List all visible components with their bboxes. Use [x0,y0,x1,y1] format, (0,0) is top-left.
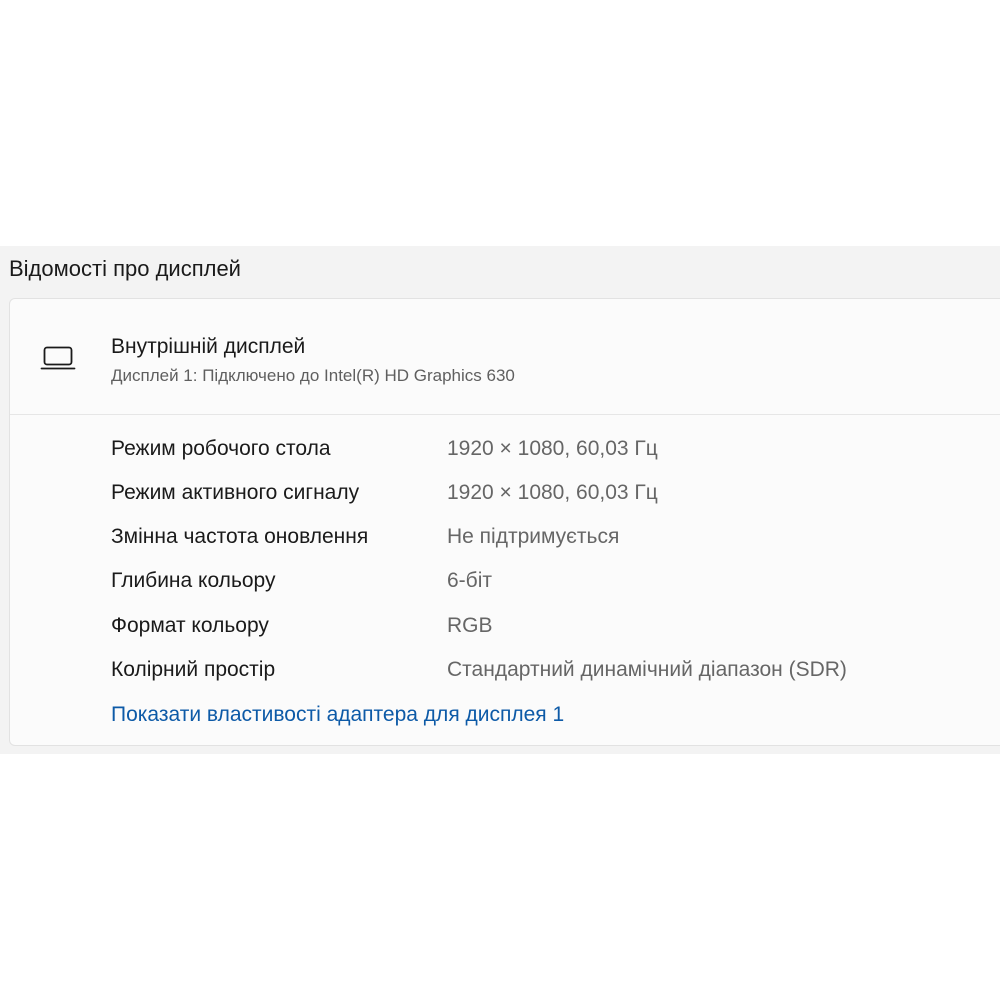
property-value: RGB [447,614,493,637]
section-title: Відомості про дисплей [9,256,241,281]
property-label: Режим активного сигналу [111,481,360,504]
property-value: 6-біт [447,569,492,592]
adapter-properties-link[interactable]: Показати властивості адаптера для диспле… [111,703,564,727]
property-label: Глибина кольору [111,569,276,592]
property-label: Формат кольору [111,614,269,637]
property-label: Колірний простір [111,658,276,681]
property-value: 1920 × 1080, 60,03 Гц [447,437,658,460]
display-subtitle: Дисплей 1: Підключено до Intel(R) HD Gra… [111,366,515,385]
property-row: Режим робочого стола 1920 × 1080, 60,03 … [111,437,991,467]
property-row: Глибина кольору 6-біт [111,569,991,599]
property-label: Змінна частота оновлення [111,525,369,548]
laptop-icon [40,345,76,373]
property-row: Змінна частота оновлення Не підтримуєтьс… [111,525,991,555]
property-value: Стандартний динамічний діапазон (SDR) [447,658,847,681]
property-label: Режим робочого стола [111,437,331,460]
display-name: Внутрішній дисплей [111,335,306,358]
display-card-header: Внутрішній дисплей Дисплей 1: Підключено… [10,299,1000,415]
property-value: Не підтримується [447,525,620,548]
property-row: Формат кольору RGB [111,614,991,644]
display-info-panel: Відомості про дисплей Внутрішній дисплей… [0,246,1000,754]
property-row: Колірний простір Стандартний динамічний … [111,658,991,688]
property-value: 1920 × 1080, 60,03 Гц [447,481,658,504]
property-row: Режим активного сигналу 1920 × 1080, 60,… [111,481,991,511]
display-card: Внутрішній дисплей Дисплей 1: Підключено… [9,298,1000,746]
